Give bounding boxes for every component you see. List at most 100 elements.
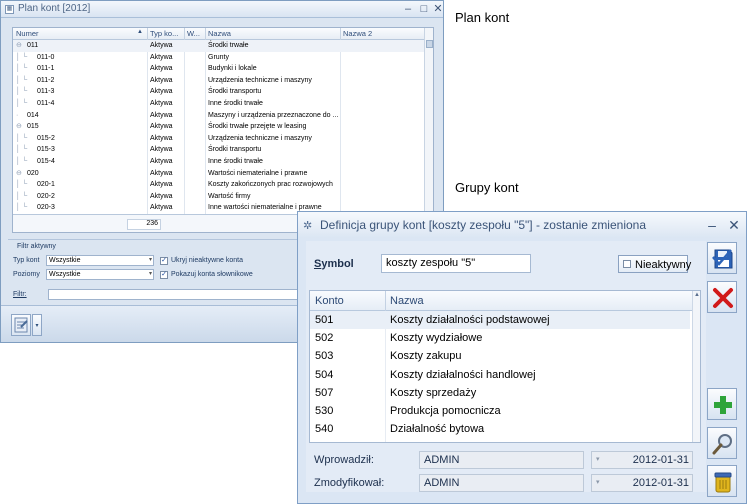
tree-line: │ └ [16,53,28,61]
wprowadzil-label: Wprowadził: [314,454,374,466]
col-header-nazwa2[interactable]: Nazwa 2 [343,29,372,38]
trash-icon [714,472,732,493]
record-count: 236 [127,219,161,230]
list-item[interactable]: 502 Koszty wydziałowe [310,329,690,347]
cell-nazwa: Wartości niematerialne i prawne [208,169,308,177]
cell-nazwa: Działalność bytowa [390,423,485,436]
close-icon[interactable]: ✕ [726,217,742,233]
cell-numer: 020-1 [37,181,55,189]
table-row[interactable]: ⊖ 015 Aktywa Środki trwałe przejęte w leasi… [13,121,425,133]
collapse-icon[interactable]: ⊖ [16,40,22,52]
list-item[interactable]: 530 Produkcja pomocnicza [310,402,690,420]
minimize-icon[interactable]: – [401,2,415,16]
scroll-thumb[interactable] [426,40,433,48]
cell-konto: 502 [315,332,334,345]
header-sep [340,28,341,40]
plan-kont-title: Plan kont [2012] [18,3,91,14]
scroll-up-icon[interactable]: ▲ [693,292,700,298]
table-row[interactable]: │ └ 020-1 Aktywa Koszty zakończonych prac r… [13,179,425,191]
list-item[interactable]: 501 Koszty działalności podstawowej [310,311,690,330]
tree-line: │ └ [16,88,28,96]
wprowadzil-date-field: ▾ 2012-01-31 [591,451,693,469]
table-row[interactable]: │ └ 011-2 Aktywa Urządzenia techniczne i ma… [13,75,425,87]
table-row[interactable]: · 014 Aktywa Maszyny i urządzenia przeznacz… [13,110,425,122]
maximize-icon[interactable]: □ [417,2,431,16]
header-sep [205,28,206,40]
operations-icon [14,317,28,333]
konta-list[interactable]: Konto Nazwa 501 Koszty działalności podst… [309,290,701,443]
cell-nazwa: Środki trwałe przejęte w leasing [208,123,307,131]
cell-numer: 020-3 [37,204,55,212]
cancel-button[interactable] [707,281,737,313]
table-row[interactable]: │ └ 015-2 Aktywa Urządzenia techniczne i ma… [13,133,425,145]
delete-button[interactable] [707,465,737,497]
cell-konto: 530 [315,405,334,417]
col-header-numer[interactable]: Numer [16,29,39,38]
tree-line: │ └ [16,134,28,142]
col-header-w[interactable]: W... [187,29,200,38]
cell-typ: Aktywa [150,76,173,84]
header-sep [385,291,386,311]
nieaktywny-checkbox[interactable]: Nieaktywny [618,255,692,273]
cell-nazwa: Urządzenia techniczne i maszyny [208,76,312,84]
cell-typ: Aktywa [150,123,173,131]
pokazuj-slownikowe-checkbox[interactable]: ✓ [160,271,168,279]
add-button[interactable] [707,388,737,420]
minimize-icon[interactable]: – [704,217,720,233]
collapse-icon[interactable]: ⊖ [16,168,22,180]
cell-numer: 015-4 [37,158,55,165]
poziomy-label: Poziomy [13,271,40,278]
sort-asc-icon: ▲ [137,29,143,35]
konta-list-header: Konto Nazwa [310,291,700,311]
cell-typ: Aktywa [150,181,173,189]
list-item[interactable]: 540 Działalność bytowa [310,420,690,438]
col-header-nazwa[interactable]: Nazwa [390,295,424,307]
save-button[interactable] [707,242,737,274]
tree-line: │ └ [16,181,28,189]
table-row[interactable]: │ └ 011-1 Aktywa Budynki i lokale [13,63,425,75]
list-item[interactable]: 504 Koszty działalności handlowej [310,366,690,384]
ukryj-nieaktywne-checkbox[interactable]: ✓ [160,257,168,265]
poziomy-select[interactable]: Wszystkie ▾ [46,269,154,280]
edit-button[interactable] [707,427,737,459]
header-sep [184,28,185,40]
cell-nazwa: Koszty działalności podstawowej [390,314,550,326]
cell-numer: 011-3 [37,88,55,96]
nieaktywny-box[interactable] [623,260,631,268]
konta-list-scrollbar[interactable]: ▲ [692,291,700,442]
table-row[interactable]: ⊖ 011 Aktywa Środki trwałe [13,40,425,52]
collapse-icon[interactable]: ⊖ [16,121,22,133]
table-row[interactable]: │ └ 015-4 Aktywa Inne środki trwałe [13,156,425,168]
cell-numer: 015 [27,123,39,131]
col-header-konto[interactable]: Konto [315,295,344,307]
operations-button[interactable] [11,314,31,336]
table-row[interactable]: │ └ 011-3 Aktywa Środki transportu [13,86,425,98]
operations-dropdown[interactable]: ▾ [32,314,42,336]
accounts-grid[interactable]: Numer ▲ Typ ko... W... Nazwa Nazwa 2 ⊖ 01… [12,27,434,233]
typ-kont-select[interactable]: Wszystkie ▾ [46,255,154,266]
chevron-down-icon: ▾ [148,257,152,263]
close-icon[interactable]: ✕ [431,2,445,16]
col-header-typ[interactable]: Typ ko... [150,29,178,38]
grid-scrollbar[interactable] [424,28,433,214]
definicja-panel: Symbol koszty zespołu "5" Nieaktywny Kon… [306,241,706,492]
nieaktywny-label: Nieaktywny [635,259,692,271]
table-row[interactable]: │ └ 011-0 Aktywa Grunty [13,52,425,64]
list-item[interactable]: 507 Koszty sprzedaży [310,384,690,402]
grid-header: Numer ▲ Typ ko... W... Nazwa Nazwa 2 [13,28,425,40]
tree-line: │ └ [16,100,28,107]
wprowadzil-date: 2012-01-31 [632,454,689,466]
cell-konto: 507 [315,386,334,399]
table-row[interactable]: │ └ 011-4 Aktywa Inne środki trwałe [13,98,425,110]
cell-konto: 503 [315,350,334,363]
cell-typ: Aktywa [150,65,173,73]
table-row[interactable]: ⊖ 020 Aktywa Wartości niematerialne i prawn… [13,168,425,180]
symbol-input[interactable]: koszty zespołu "5" [381,254,531,273]
col-header-nazwa[interactable]: Nazwa [208,29,231,38]
zmodyfikowal-date: 2012-01-31 [632,477,689,489]
cell-numer: 011-2 [37,76,55,84]
table-row[interactable]: │ └ 020-2 Aktywa Wartość firmy [13,191,425,203]
table-row[interactable]: │ └ 015-3 Aktywa Środki transportu [13,144,425,156]
typ-kont-label: Typ kont [13,257,40,264]
list-item[interactable]: 503 Koszty zakupu [310,347,690,365]
